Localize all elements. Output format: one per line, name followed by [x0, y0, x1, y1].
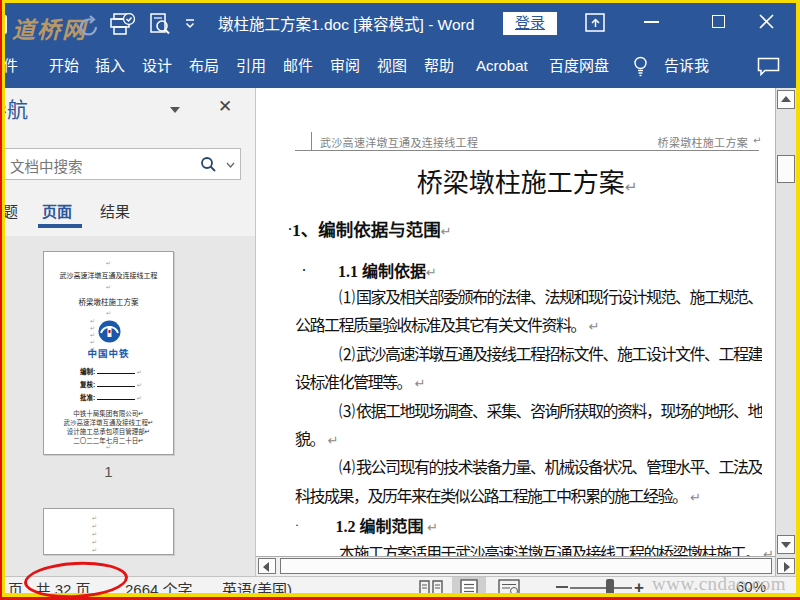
ribbon-tab-12[interactable]: 百度网盘 [549, 44, 609, 88]
login-button[interactable]: 登录 [503, 12, 557, 35]
ribbon-tab-9[interactable]: 视图 [377, 44, 407, 88]
ribbon-tab-7[interactable]: 邮件 [283, 44, 313, 88]
thumbnail-form-row: 复核: ↵ [80, 379, 142, 389]
pilcrow-mark: ↵ [753, 135, 761, 146]
watermark-daoqiao: 道桥网 [12, 11, 87, 45]
undo-icon[interactable] [78, 15, 100, 37]
watermark-cndao: www.cndao.com [652, 573, 786, 595]
page-thumbnail-1[interactable]: ↵ 武沙高速洋墩互通及连接线工程 ↵ 桥梁墩柱施工方案 ↵ ↵↵↵↵↵ 中国中铁… [43, 251, 174, 455]
zoom-slider-track[interactable] [570, 587, 632, 589]
doc-title: 桥梁墩柱施工方案↵ [295, 162, 759, 199]
ribbon-tab-5[interactable]: 布局 [189, 44, 219, 88]
doc-paragraph-line: ⑷ 我公司现有的技术装备力量、机械设备状况、管理水平、工法及 [295, 454, 762, 482]
ribbon-tab-8[interactable]: 审阅 [330, 44, 360, 88]
nav-tab-pages[interactable]: 页面 [42, 200, 72, 221]
window-title: 墩柱施工方案1.doc [兼容模式] - Word [218, 12, 474, 34]
doc-body: ⑴ 国家及相关部委颁布的法律、法规和现行设计规范、施工规范、公路工程质量验收标准… [295, 284, 762, 568]
border-right [796, 0, 800, 600]
thumbnail-form-row: 批准: ↵ [80, 392, 142, 402]
thumbnail-area: ↵ 武沙高速洋墩互通及连接线工程 ↵ 桥梁墩柱施工方案 ↵ ↵↵↵↵↵ 中国中铁… [0, 236, 255, 576]
ribbon-tab-10[interactable]: 帮助 [424, 44, 454, 88]
search-options-chevron-icon[interactable] [226, 162, 235, 169]
doc-header-right: 桥梁墩柱施工方案 [295, 134, 748, 150]
ribbon-tab-6[interactable]: 引用 [236, 44, 266, 88]
word-window: 墩柱施工方案1.doc [兼容模式] - Word 登录 文件开始插入设计布局引… [0, 0, 800, 600]
quick-print-icon[interactable] [109, 13, 135, 37]
scroll-right-button[interactable] [777, 558, 795, 574]
feedback-comment-icon[interactable] [757, 57, 780, 76]
nav-tab-results[interactable]: 结果 [100, 200, 130, 221]
ribbon-tab-4[interactable]: 设计 [142, 44, 172, 88]
doc-heading2: ·1.1 编制依据↵ [302, 258, 437, 282]
border-left [2, 0, 5, 600]
tell-me-tab[interactable]: 告诉我 [664, 44, 709, 88]
vertical-scroll-thumb[interactable] [777, 155, 795, 183]
tell-me-lightbulb-icon [633, 56, 648, 77]
doc-paragraph-line: 科技成果，及历年来在类似公路工程施工中积累的施工经验。 ↵ [295, 483, 762, 511]
ribbon-tab-3[interactable]: 插入 [95, 44, 125, 88]
nav-active-tab-underline [38, 224, 82, 228]
border-top [0, 0, 800, 3]
customize-qat-icon[interactable] [184, 19, 196, 29]
page-thumbnail-2[interactable]: ↵↵↵↵↵ [43, 508, 174, 555]
doc-paragraph-line: ⑶ 依据工地现场调查、采集、咨询所获取的资料，现场的地形、地 [295, 398, 762, 426]
title-bar: 墩柱施工方案1.doc [兼容模式] - Word 登录 [0, 0, 800, 44]
search-icon[interactable] [200, 156, 217, 173]
doc-paragraph-line: 貌。 ↵ [295, 426, 762, 454]
ribbon-tab-11[interactable]: Acrobat [476, 44, 528, 88]
maximize-button[interactable] [712, 15, 725, 28]
document-area: 武沙高速洋墩互通及连接线工程 桥梁墩柱施工方案 ↵ 桥梁墩柱施工方案↵ ·1、编… [256, 88, 796, 576]
thumbnail-form-row: 编制: ↵ [80, 366, 142, 376]
scroll-left-button[interactable] [258, 558, 276, 574]
nav-search-box[interactable]: 文档中搜索 [0, 148, 241, 180]
close-button[interactable] [758, 13, 775, 30]
pilcrow-column: ↵↵↵↵↵ [92, 514, 97, 554]
scroll-down-button[interactable] [777, 535, 795, 554]
ribbon-tab-2[interactable]: 开始 [49, 44, 79, 88]
horizontal-scroll-thumb[interactable] [280, 558, 772, 574]
china-railway-logo [98, 320, 121, 343]
ribbon-display-options-icon[interactable] [585, 13, 606, 33]
doc-header-tick [311, 132, 312, 150]
doc-paragraph-line: 公路工程质量验收标准及其它有关文件资料。 ↵ [295, 312, 762, 340]
nav-search-placeholder: 文档中搜索 [10, 155, 83, 176]
doc-heading3: ·1.2 编制范围 ↵ [295, 511, 762, 539]
border-left-red [0, 0, 2, 600]
doc-heading1: ·1、编制依据与范围↵ [288, 216, 452, 241]
nav-pane-close-icon[interactable]: ✕ [218, 96, 232, 117]
doc-header-rule [295, 150, 759, 151]
doc-paragraph-line: 设标准化管理等。 ↵ [295, 369, 762, 397]
minimize-button[interactable] [644, 21, 659, 23]
navigation-pane: 导航 ✕ 文档中搜索 标题 页面 结果 ↵ 武沙高速洋墩互通及连接线工程 ↵ 桥… [0, 88, 256, 576]
page-thumbnail-1-number: 1 [43, 463, 174, 480]
doc-paragraph-line: ⑵ 武沙高速洋墩互通及接线工程招标文件、施工设计文件、工程建 [295, 341, 762, 369]
nav-pane-menu-arrow-icon[interactable] [170, 107, 180, 113]
ribbon-tab-bar: 文件开始插入设计布局引用邮件审阅视图帮助Acrobat百度网盘 告诉我 [0, 44, 800, 88]
doc-paragraph-line: ⑴ 国家及相关部委颁布的法律、法规和现行设计规范、施工规范、 [295, 284, 762, 312]
zoom-out-button[interactable] [556, 586, 568, 588]
scroll-up-button[interactable] [777, 90, 795, 109]
print-preview-icon[interactable] [148, 13, 172, 37]
